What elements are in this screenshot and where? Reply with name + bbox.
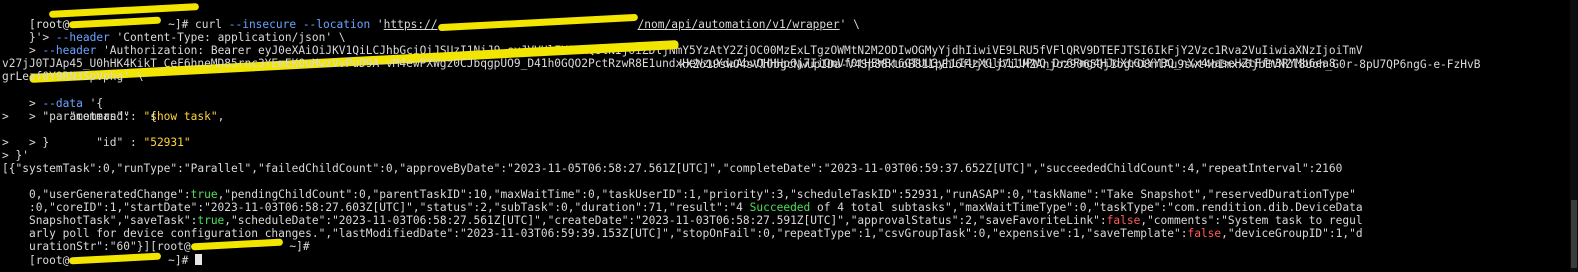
terminal-line-response-4: SnapshotTask","saveTask":true,"scheduleD… [28, 214, 1363, 227]
terminal-line-id: > "id" : "52931" [28, 136, 191, 149]
terminal-line-close-data: > }' [2, 149, 29, 162]
terminal-line-response-2: 0,"userGeneratedChange":true,"pendingChi… [28, 188, 1356, 201]
redaction-mark [190, 238, 283, 251]
scrollbar-thumb[interactable] [1571, 200, 1577, 268]
redaction-mark [437, 13, 638, 32]
terminal-line-data: > --data '{ [28, 97, 104, 110]
terminal-line-response-1: [{"systemTask":0,"runType":"Parallel","f… [2, 162, 1343, 175]
terminal-line-close-params: > } [2, 136, 50, 149]
terminal-line-prompt[interactable]: [root@ ~]# [2, 241, 203, 267]
terminal-line-token-redacted: kXZo19swO4sVlObgcNwupIOa-V4Sp88kuoB81IpE… [2, 39, 1480, 84]
terminal-line-response-5: arly poll for device configuration chang… [28, 227, 1363, 240]
scrollbar-track[interactable] [1570, 0, 1578, 272]
terminal-line-authorization: > --header 'Authorization: Bearer eyJ0eX… [28, 44, 1363, 57]
terminal-line-response-3: :0,"coreID":1,"startDate":"2023-11-03T06… [28, 201, 1363, 214]
terminal-line-parameters: > "parameters": { [2, 110, 157, 123]
terminal-line-curl: [root@ ~]# curl --insecure --location 'h… [2, 5, 860, 32]
url-link[interactable]: https:///nom/api/automation/v1/wrapper [384, 13, 840, 32]
terminal-line-token-end: grLezf0Y9RN3SpVphg' \ [2, 70, 144, 83]
redaction-mark [69, 252, 162, 265]
terminal-window[interactable]: [root@ ~]# curl --insecure --location 'h… [0, 0, 1578, 272]
text-cursor[interactable] [195, 254, 203, 265]
terminal-line-response-end: urationStr":"60"}][root@ ~]# [28, 238, 310, 253]
terminal-line-content-type: }'> --header 'Content-Type: application/… [28, 31, 346, 44]
terminal-line-command: > "command": "show task", [28, 110, 225, 123]
terminal-line-token: v27jJ0TJAp45_U0hHK4KikT_CeF6hneMD85rnc3Y… [2, 57, 1336, 70]
